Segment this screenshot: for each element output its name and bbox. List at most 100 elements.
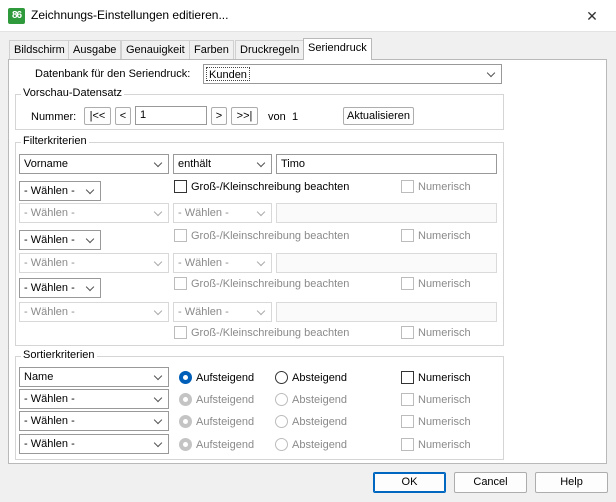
chevron-down-icon [85,279,97,297]
sort-asc-label-4: Aufsteigend [196,439,255,451]
of-label: von [268,111,286,123]
filter-field-3[interactable]: - Wählen - [19,253,169,273]
sort-numeric-checkbox-2[interactable] [401,393,414,406]
database-label: Datenbank für den Seriendruck: [35,68,191,80]
sort-numeric-label-1: Numerisch [418,372,471,384]
sort-field-1[interactable]: Name [19,367,169,387]
filter-value-3[interactable] [276,253,497,273]
filter-numeric-label-1: Numerisch [418,181,471,193]
chevron-down-icon [153,368,165,386]
sort-group-title: Sortierkriterien [21,349,97,362]
sort-field-4[interactable]: - Wählen - [19,434,169,454]
filter-field-2[interactable]: - Wählen - [19,203,169,223]
filter-numeric-checkbox-1[interactable] [401,180,414,193]
sort-asc-label-2: Aufsteigend [196,394,255,406]
chevron-down-icon [256,254,268,272]
sort-desc-radio-2[interactable] [275,393,288,406]
filter-numeric-checkbox-3[interactable] [401,277,414,290]
tab-seriendruck[interactable]: Seriendruck [303,38,372,60]
ok-button[interactable]: OK [373,472,446,493]
filter-operator-4[interactable]: - Wählen - [173,302,272,322]
chevron-down-icon [153,412,165,430]
sort-numeric-checkbox-1[interactable] [401,371,414,384]
next-record-button[interactable]: > [211,107,227,125]
last-record-button[interactable]: >>| [231,107,258,125]
filter-connector-1[interactable]: - Wählen - [19,181,101,201]
tab-bildschirm[interactable]: Bildschirm [9,40,70,59]
preview-group-title: Vorschau-Datensatz [21,87,125,100]
sort-numeric-checkbox-3[interactable] [401,415,414,428]
filter-connector-3[interactable]: - Wählen - [19,278,101,298]
database-select[interactable]: Kunden [203,64,502,84]
filter-operator-3[interactable]: - Wählen - [173,253,272,273]
filter-case-label-3: Groß-/Kleinschreibung beachten [191,278,350,290]
chevron-down-icon [486,65,498,83]
database-value: Kunden [206,67,250,81]
sort-desc-radio-1[interactable] [275,371,288,384]
chevron-down-icon [85,231,97,249]
cancel-button[interactable]: Cancel [454,472,527,493]
window-title: Zeichnungs-Einstellungen editieren... [31,8,229,22]
record-number-input[interactable]: 1 [135,106,207,125]
sort-asc-radio-3[interactable] [179,415,192,428]
chevron-down-icon [153,435,165,453]
sort-asc-radio-4[interactable] [179,438,192,451]
sort-desc-label-4: Absteigend [292,439,348,451]
filter-numeric-label-2: Numerisch [418,230,471,242]
chevron-down-icon [85,182,97,200]
chevron-down-icon [153,303,165,321]
sort-numeric-checkbox-4[interactable] [401,438,414,451]
tab-genauigkeit[interactable]: Genauigkeit [121,40,190,59]
filter-value-1[interactable]: Timo [276,154,497,174]
filter-numeric-label-3: Numerisch [418,278,471,290]
filter-numeric-label-4: Numerisch [418,327,471,339]
sort-desc-label-1: Absteigend [292,372,348,384]
sort-desc-radio-4[interactable] [275,438,288,451]
filter-group-title: Filterkriterien [21,135,89,148]
sort-desc-radio-3[interactable] [275,415,288,428]
chevron-down-icon [256,303,268,321]
filter-case-checkbox-3[interactable] [174,277,187,290]
tab-ausgabe[interactable]: Ausgabe [68,40,122,59]
filter-connector-2[interactable]: - Wählen - [19,230,101,250]
chevron-down-icon [256,155,268,173]
filter-value-2[interactable] [276,203,497,223]
first-record-button[interactable]: |<< [84,107,111,125]
filter-numeric-checkbox-4[interactable] [401,326,414,339]
filter-value-4[interactable] [276,302,497,322]
chevron-down-icon [153,204,165,222]
sort-field-2[interactable]: - Wählen - [19,389,169,409]
sort-numeric-label-2: Numerisch [418,394,471,406]
filter-operator-1[interactable]: enthält [173,154,272,174]
refresh-button[interactable]: Aktualisieren [343,107,414,125]
help-button[interactable]: Help [535,472,608,493]
previous-record-button[interactable]: < [115,107,131,125]
sort-numeric-label-4: Numerisch [418,439,471,451]
filter-case-checkbox-2[interactable] [174,229,187,242]
sort-desc-label-3: Absteigend [292,416,348,428]
filter-field-4[interactable]: - Wählen - [19,302,169,322]
filter-field-1[interactable]: Vorname [19,154,169,174]
sort-asc-radio-1[interactable] [179,371,192,384]
sort-desc-label-2: Absteigend [292,394,348,406]
filter-case-label-2: Groß-/Kleinschreibung beachten [191,230,350,242]
filter-numeric-checkbox-2[interactable] [401,229,414,242]
tab-druckregeln[interactable]: Druckregeln [235,40,305,59]
chevron-down-icon [153,155,165,173]
record-total: 1 [292,111,299,123]
app-icon: 86 [8,8,25,24]
sort-asc-label-1: Aufsteigend [196,372,255,384]
number-label: Nummer: [31,111,77,123]
tab-farben[interactable]: Farben [189,40,234,59]
filter-case-label-1: Groß-/Kleinschreibung beachten [191,181,350,193]
filter-case-label-4: Groß-/Kleinschreibung beachten [191,327,350,339]
chevron-down-icon [153,254,165,272]
title-bar: 86 Zeichnungs-Einstellungen editieren...… [0,0,616,32]
close-icon[interactable]: ✕ [577,4,607,28]
sort-field-3[interactable]: - Wählen - [19,411,169,431]
sort-asc-radio-2[interactable] [179,393,192,406]
filter-case-checkbox-1[interactable] [174,180,187,193]
filter-case-checkbox-4[interactable] [174,326,187,339]
filter-operator-2[interactable]: - Wählen - [173,203,272,223]
sort-numeric-label-3: Numerisch [418,416,471,428]
